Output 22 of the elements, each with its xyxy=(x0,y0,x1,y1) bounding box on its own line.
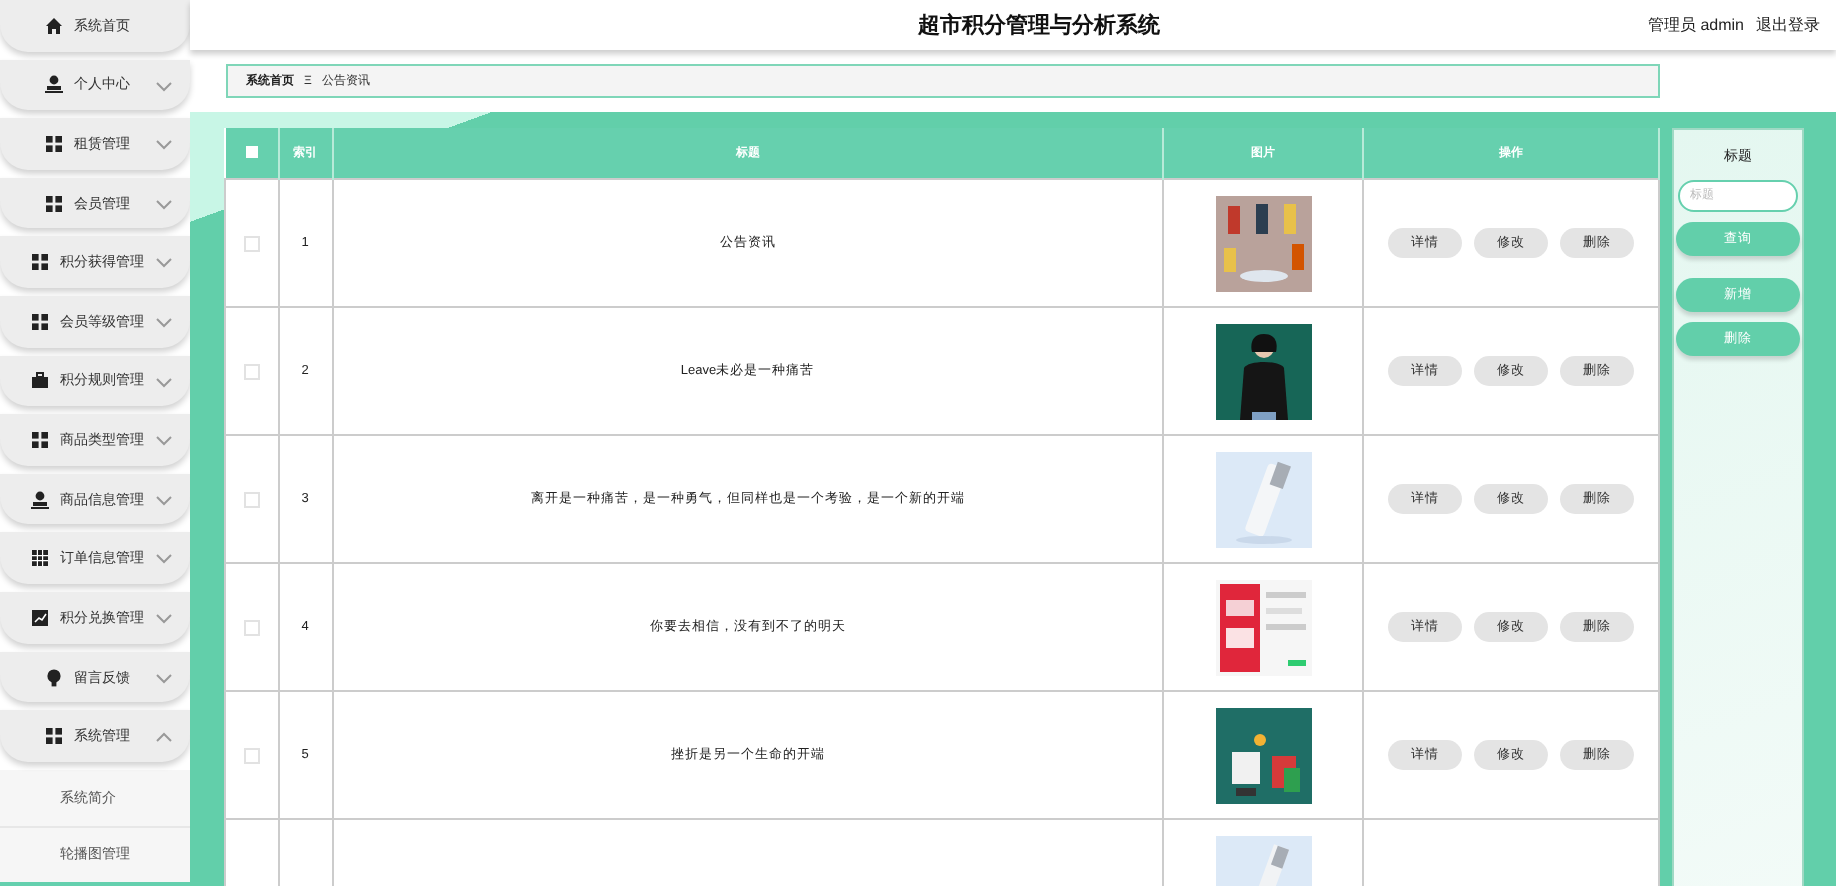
grid-icon xyxy=(30,311,50,332)
system-title: 超市积分管理与分析系统 xyxy=(915,11,1162,40)
bulb-icon xyxy=(44,667,64,687)
grid-icon xyxy=(44,134,64,155)
checkbox[interactable] xyxy=(243,363,260,379)
person-icon xyxy=(44,74,64,95)
checkbox[interactable] xyxy=(243,235,260,251)
checkbox[interactable] xyxy=(243,491,260,507)
user-label: 管理员 admin xyxy=(1647,14,1744,36)
chart-icon xyxy=(30,607,50,628)
table-icon xyxy=(30,548,50,569)
checkbox[interactable] xyxy=(245,146,257,159)
person-icon xyxy=(30,489,50,510)
grid-icon xyxy=(30,252,50,273)
grid-icon xyxy=(30,430,50,451)
logout-link[interactable]: 退出登录 xyxy=(1756,14,1820,36)
grid-icon xyxy=(44,726,64,747)
checkbox[interactable] xyxy=(243,619,260,635)
briefcase-icon xyxy=(30,370,50,391)
checkbox[interactable] xyxy=(243,747,260,763)
grid-icon xyxy=(44,193,64,214)
home-icon xyxy=(44,15,64,36)
